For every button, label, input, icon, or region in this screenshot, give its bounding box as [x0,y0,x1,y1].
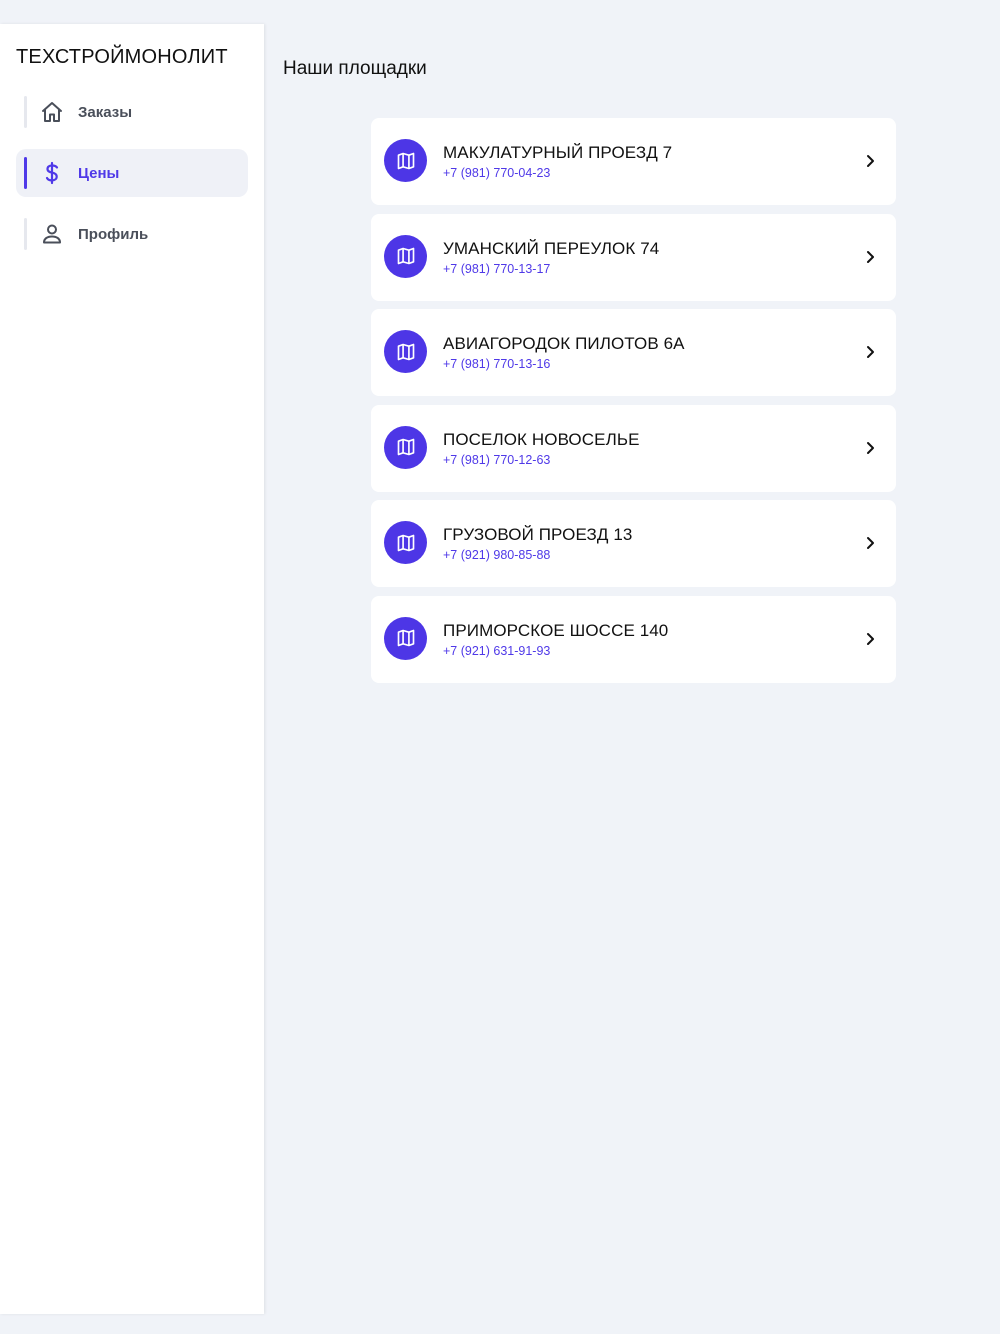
app: ТЕХСТРОЙМОНОЛИТ Заказы Цены Профиль Наши… [0,0,1000,1334]
sidebar-nav: Заказы Цены Профиль [16,88,248,271]
site-name: АВИАГОРОДОК ПИЛОТОВ 6А [443,334,685,354]
list-item[interactable]: АВИАГОРОДОК ПИЛОТОВ 6А +7 (981) 770-13-1… [371,309,896,397]
sidebar-item-label: Заказы [78,103,133,121]
site-name: ГРУЗОВОЙ ПРОЕЗД 13 [443,525,633,545]
list-item[interactable]: ПОСЕЛОК НОВОСЕЛЬЕ +7 (981) 770-12-63 [371,404,896,492]
site-phone: +7 (921) 631-91-93 [443,643,551,658]
sidebar: ТЕХСТРОЙМОНОЛИТ Заказы Цены Профиль [0,24,264,1314]
home-icon [40,100,64,124]
user-icon [40,222,64,246]
site-phone: +7 (981) 770-13-16 [443,357,551,372]
chevron-right-icon [862,153,878,169]
list-item[interactable]: ПРИМОРСКОЕ ШОССЕ 140 +7 (921) 631-91-93 [371,595,896,683]
site-name: МАКУЛАТУРНЫЙ ПРОЕЗД 7 [443,143,673,162]
list-item[interactable]: МАКУЛАТУРНЫЙ ПРОЕЗД 7 +7 (981) 770-04-23 [371,118,896,205]
map-icon [384,234,427,278]
nav-indicator [24,96,27,128]
chevron-right-icon [862,535,878,551]
chevron-right-icon [862,344,878,360]
chevron-right-icon [862,631,878,647]
sites-list: МАКУЛАТУРНЫЙ ПРОЕЗД 7 +7 (981) 770-04-23… [371,118,896,692]
site-name: УМАНСКИЙ ПЕРЕУЛОК 74 [443,238,660,258]
map-icon [384,616,427,660]
dollar-icon [40,161,64,185]
sidebar-item-label: Профиль [78,225,149,243]
sidebar-item-label: Цены [78,164,120,182]
site-name: ПОСЕЛОК НОВОСЕЛЬЕ [443,429,640,449]
map-icon [384,330,427,374]
chevron-right-icon [862,249,878,265]
site-phone: +7 (981) 770-04-23 [443,166,551,180]
page-title: Наши площадки [283,58,427,79]
sidebar-item-orders[interactable]: Заказы [16,88,248,136]
site-phone: +7 (981) 770-13-17 [443,261,551,276]
site-phone: +7 (921) 980-85-88 [443,548,551,563]
nav-indicator [24,157,27,189]
map-icon [384,139,427,182]
map-icon [384,425,427,469]
site-phone: +7 (981) 770-12-63 [443,452,551,467]
sidebar-item-profile[interactable]: Профиль [16,210,248,258]
chevron-right-icon [862,440,878,456]
brand-title: ТЕХСТРОЙМОНОЛИТ [16,46,228,68]
map-icon [384,521,427,565]
site-name: ПРИМОРСКОЕ ШОССЕ 140 [443,620,669,640]
sidebar-item-prices[interactable]: Цены [16,149,248,197]
list-item[interactable]: УМАНСКИЙ ПЕРЕУЛОК 74 +7 (981) 770-13-17 [371,213,896,301]
list-item[interactable]: ГРУЗОВОЙ ПРОЕЗД 13 +7 (921) 980-85-88 [371,500,896,588]
nav-indicator [24,218,27,250]
